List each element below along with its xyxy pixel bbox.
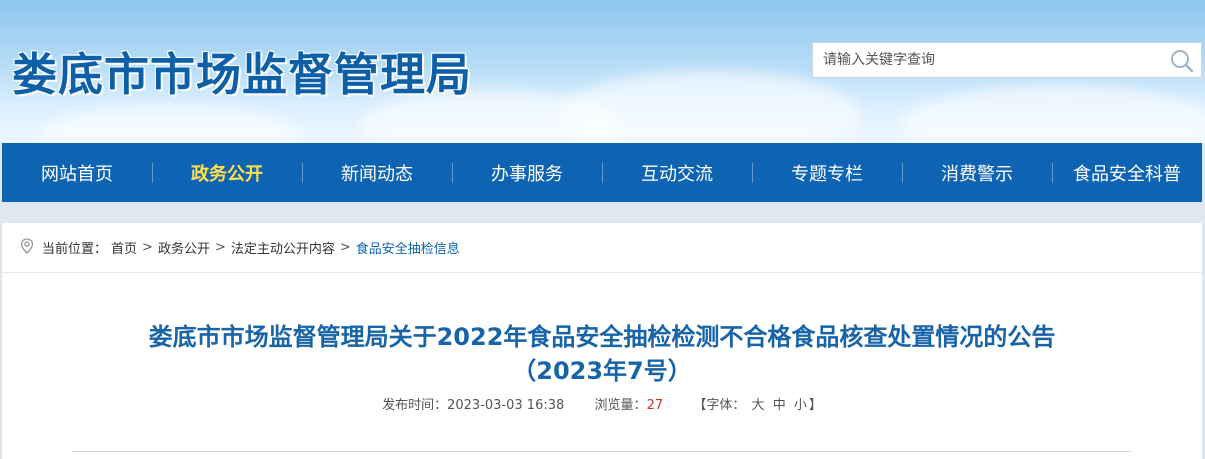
views-label: 浏览量： (594, 398, 647, 413)
main-nav: 网站首页 政务公开 新闻动态 办事服务 互动交流 专题专栏 消费警示 食品安全科… (2, 143, 1202, 202)
breadcrumb-separator: > (339, 240, 351, 255)
divider (72, 451, 1132, 452)
nav-item-food-safety[interactable]: 食品安全科普 (1052, 143, 1202, 202)
search-box (812, 42, 1202, 78)
views-count: 27 (646, 398, 664, 413)
site-title[interactable]: 娄底市市场监督管理局 (12, 38, 472, 103)
site-header: 娄底市市场监督管理局 (0, 0, 1205, 143)
font-size-suffix: 】 (808, 398, 822, 413)
article-title: 娄底市市场监督管理局关于2022年食品安全抽检检测不合格食品核查处置情况的公告 … (2, 320, 1202, 388)
breadcrumb-separator: > (214, 240, 226, 255)
article-meta: 发布时间：2023-03-03 16:38 浏览量：27 【字体： 大 中 小】 (2, 394, 1202, 413)
font-size-medium-button[interactable]: 中 (773, 398, 786, 413)
nav-item-home[interactable]: 网站首页 (2, 143, 152, 202)
nav-item-interaction[interactable]: 互动交流 (602, 143, 752, 202)
search-icon[interactable] (1169, 48, 1195, 74)
breadcrumb-prefix: 当前位置： (42, 242, 108, 257)
breadcrumb-food-safety-inspection[interactable]: 食品安全抽检信息 (356, 238, 460, 257)
nav-item-government-affairs[interactable]: 政务公开 (152, 143, 302, 202)
nav-item-news[interactable]: 新闻动态 (302, 143, 452, 202)
font-size-large-button[interactable]: 大 (752, 398, 765, 413)
nav-item-consumer-alerts[interactable]: 消费警示 (902, 143, 1052, 202)
article-title-line1: 娄底市市场监督管理局关于2022年食品安全抽检检测不合格食品核查处置情况的公告 (148, 323, 1056, 351)
location-pin-icon (20, 237, 34, 258)
breadcrumb-home[interactable]: 首页 (111, 238, 137, 257)
content-panel: 当前位置： 首页 > 政务公开 > 法定主动公开内容 > 食品安全抽检信息 娄底… (2, 223, 1202, 459)
breadcrumb: 当前位置： 首页 > 政务公开 > 法定主动公开内容 > 食品安全抽检信息 (2, 223, 1202, 273)
font-size-small-button[interactable]: 小 (794, 398, 807, 413)
cloud-decoration (560, 70, 860, 143)
publish-time: 2023-03-03 16:38 (447, 398, 565, 413)
article-title-line2: （2023年7号） (512, 357, 692, 385)
publish-label: 发布时间： (382, 398, 448, 413)
cloud-decoration (900, 85, 1205, 143)
search-input[interactable] (813, 43, 1163, 77)
cloud-decoration (40, 105, 300, 143)
nav-item-services[interactable]: 办事服务 (452, 143, 602, 202)
breadcrumb-government-affairs[interactable]: 政务公开 (158, 238, 210, 257)
breadcrumb-statutory-disclosure[interactable]: 法定主动公开内容 (231, 238, 335, 257)
breadcrumb-separator: > (142, 240, 153, 255)
nav-item-topics[interactable]: 专题专栏 (752, 143, 902, 202)
font-size-prefix: 【字体： (693, 398, 746, 413)
